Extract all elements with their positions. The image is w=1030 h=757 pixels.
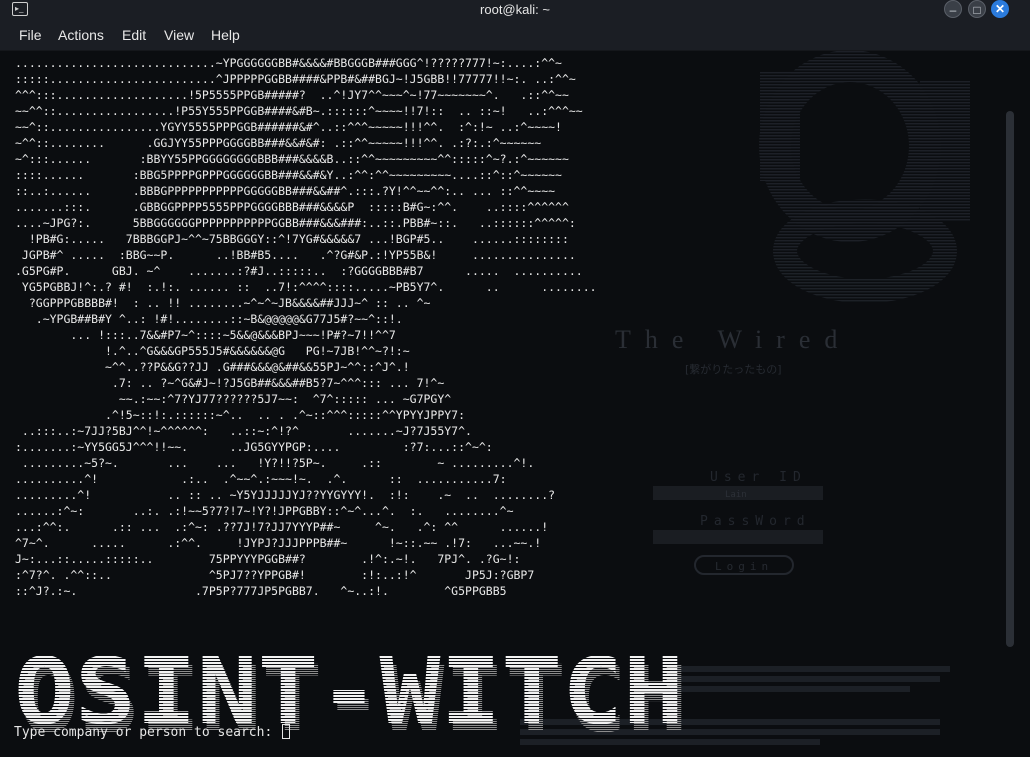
menu-file[interactable]: File [19,27,42,43]
user-id-value: Lain [725,490,747,500]
prompt-label: Type company or person to search: [14,725,281,740]
maximize-icon[interactable]: □ [968,0,986,18]
password-field [653,530,823,544]
ascii-art-output: .............................~YPGGGGGGBB… [15,56,597,598]
menu-actions[interactable]: Actions [58,27,104,43]
menu-edit[interactable]: Edit [122,27,146,43]
scrollbar-thumb[interactable] [1006,111,1014,647]
menu-view[interactable]: View [164,27,194,43]
terminal-area[interactable]: The Wired [繋がりたったもの] User ID Lain PassWo… [0,51,1030,757]
login-button-shape [694,555,794,575]
user-id-label: User ID [710,470,807,485]
login-label: Login [715,560,773,573]
wired-subtitle: [繋がりたったもの] [685,362,782,376]
user-id-field [653,486,823,500]
wired-logo-shapes [759,51,970,303]
window-title: root@kali: ~ [480,2,550,17]
wired-title: The Wired [615,325,851,354]
password-label: PassWord [700,514,811,529]
close-icon[interactable]: ✕ [991,0,1009,18]
menu-help[interactable]: Help [211,27,240,43]
minimize-icon[interactable]: – [944,0,962,18]
search-prompt: Type company or person to search: [14,724,291,740]
title-bar: ▸_ root@kali: ~ – □ ✕ [0,0,1030,20]
menu-bar: File Actions Edit View Help [0,20,1030,51]
text-cursor [282,724,291,739]
